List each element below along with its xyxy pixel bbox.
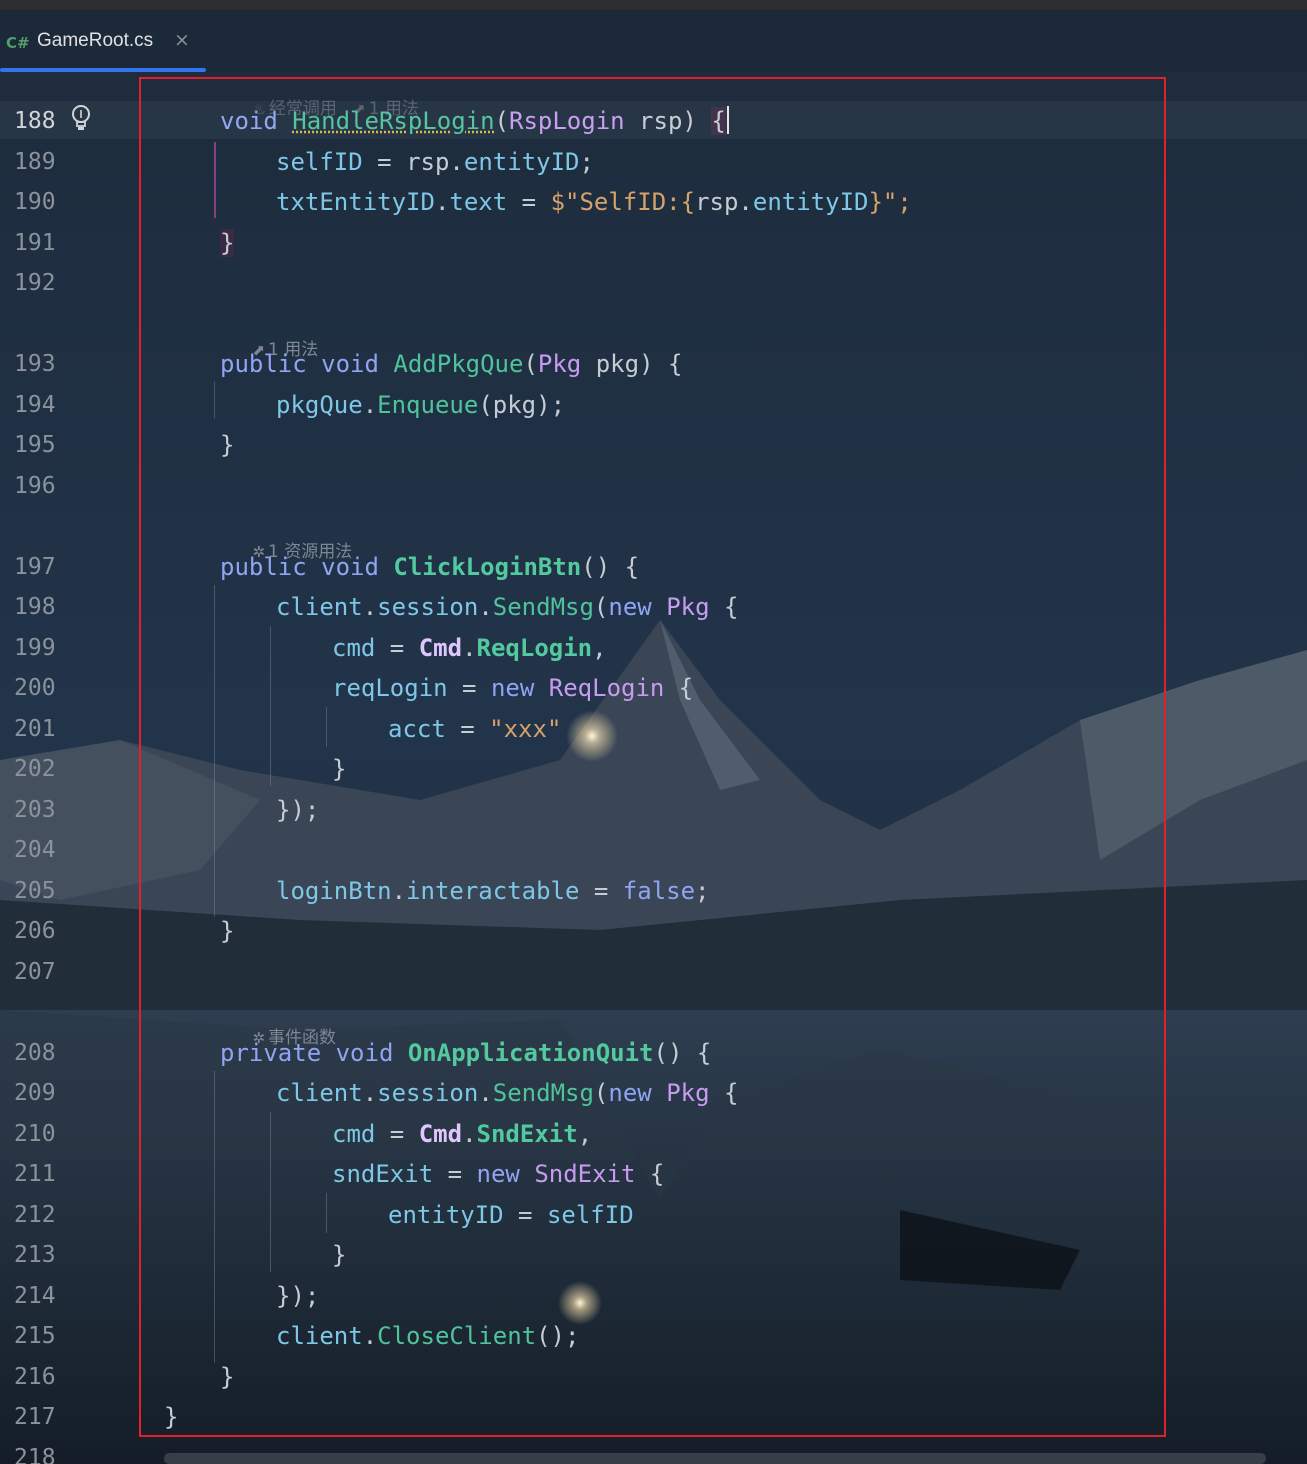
- line-number: 212: [14, 1202, 56, 1228]
- editor-tab-bar: C# GameRoot.cs ×: [0, 10, 1307, 72]
- line-number: 192: [14, 270, 56, 296]
- tab-gameroot-cs[interactable]: C# GameRoot.cs ×: [0, 10, 206, 72]
- code-text: client.CloseClient();: [276, 1322, 580, 1350]
- line-number: 206: [14, 918, 56, 944]
- code-line[interactable]: 207: [0, 952, 1307, 992]
- line-number: 211: [14, 1161, 56, 1187]
- window-top-strip: [0, 0, 1307, 10]
- line-number: 201: [14, 716, 56, 742]
- code-editor[interactable]: ♨ 经常调用 ⬈ 1 用法 188 void HandleRspLogin(RspL…: [0, 72, 1307, 1464]
- code-line[interactable]: 213 }: [0, 1235, 1307, 1275]
- code-line[interactable]: 208 private void OnApplicationQuit() {: [0, 1033, 1307, 1073]
- line-number: 196: [14, 473, 56, 499]
- line-number: 214: [14, 1283, 56, 1309]
- code-line[interactable]: 200 reqLogin = new ReqLogin {: [0, 668, 1307, 708]
- line-number: 210: [14, 1121, 56, 1147]
- code-text: private void OnApplicationQuit() {: [220, 1039, 712, 1067]
- code-text: public void AddPkgQue(Pkg pkg) {: [220, 350, 683, 378]
- line-number: 191: [14, 230, 56, 256]
- code-text: }: [164, 1403, 179, 1431]
- code-text: txtEntityID.text = $"SelfID:{rsp.entityI…: [276, 188, 912, 216]
- line-number: 193: [14, 351, 56, 377]
- line-number: 207: [14, 959, 56, 985]
- code-line[interactable]: 203 });: [0, 790, 1307, 830]
- code-text: client.session.SendMsg(new Pkg {: [276, 593, 739, 621]
- line-number: 209: [14, 1080, 56, 1106]
- code-text: }: [220, 917, 235, 945]
- code-line[interactable]: 209 client.session.SendMsg(new Pkg {: [0, 1073, 1307, 1113]
- code-line[interactable]: 194 pkgQue.Enqueue(pkg);: [0, 385, 1307, 425]
- line-number: 202: [14, 756, 56, 782]
- code-line[interactable]: 215 client.CloseClient();: [0, 1316, 1307, 1356]
- code-line[interactable]: 217 }: [0, 1397, 1307, 1437]
- code-line[interactable]: 192: [0, 263, 1307, 303]
- tab-label: GameRoot.cs: [37, 30, 154, 51]
- line-number: 197: [14, 554, 56, 580]
- line-number: 218: [14, 1445, 56, 1464]
- code-line[interactable]: 195 }: [0, 425, 1307, 465]
- code-line[interactable]: 206 }: [0, 911, 1307, 951]
- line-number: 204: [14, 837, 56, 863]
- code-text: }: [332, 755, 347, 783]
- line-number: 190: [14, 189, 56, 215]
- code-line[interactable]: 201 acct = "xxx": [0, 709, 1307, 749]
- line-number: 198: [14, 594, 56, 620]
- code-text: entityID = selfID: [388, 1201, 634, 1229]
- line-number: 216: [14, 1364, 56, 1390]
- csharp-icon: C#: [6, 34, 30, 52]
- code-line[interactable]: 214 });: [0, 1276, 1307, 1316]
- ide-window: C# GameRoot.cs × ♨ 经常调用 ⬈ 1 用法 188 void …: [0, 0, 1307, 1464]
- code-line[interactable]: 202 }: [0, 749, 1307, 789]
- code-text: }: [220, 1363, 235, 1391]
- code-text: public void ClickLoginBtn() {: [220, 553, 640, 581]
- line-number: 189: [14, 149, 56, 175]
- line-number: 205: [14, 878, 56, 904]
- code-line[interactable]: 216 }: [0, 1357, 1307, 1397]
- code-text: });: [276, 1282, 320, 1310]
- code-line[interactable]: 197 public void ClickLoginBtn() {: [0, 547, 1307, 587]
- line-number: 213: [14, 1242, 56, 1268]
- line-number: 217: [14, 1404, 56, 1430]
- code-text: reqLogin = new ReqLogin {: [332, 674, 694, 702]
- code-text: loginBtn.interactable = false;: [276, 877, 710, 905]
- code-text: }: [332, 1241, 347, 1269]
- line-number: 200: [14, 675, 56, 701]
- code-line[interactable]: 190 txtEntityID.text = $"SelfID:{rsp.ent…: [0, 182, 1307, 222]
- code-text: }: [220, 229, 235, 257]
- code-text: });: [276, 796, 320, 824]
- code-text: acct = "xxx": [388, 715, 562, 743]
- line-number: 199: [14, 635, 56, 661]
- code-text: selfID = rsp.entityID;: [276, 148, 594, 176]
- code-line[interactable]: 196: [0, 466, 1307, 506]
- line-number: 215: [14, 1323, 56, 1349]
- line-number: 208: [14, 1040, 56, 1066]
- horizontal-scrollbar[interactable]: [164, 1453, 1266, 1464]
- code-text: cmd = Cmd.ReqLogin,: [332, 634, 607, 662]
- line-number: 195: [14, 432, 56, 458]
- close-icon[interactable]: ×: [174, 29, 190, 51]
- code-line[interactable]: 210 cmd = Cmd.SndExit,: [0, 1114, 1307, 1154]
- line-number: 203: [14, 797, 56, 823]
- code-text: }: [220, 431, 235, 459]
- code-line[interactable]: 191 }: [0, 223, 1307, 263]
- code-line[interactable]: 198 client.session.SendMsg(new Pkg {: [0, 587, 1307, 627]
- code-line[interactable]: 212 entityID = selfID: [0, 1195, 1307, 1235]
- current-line-highlight: [0, 101, 1307, 139]
- code-line[interactable]: 204: [0, 830, 1307, 870]
- code-text: sndExit = new SndExit {: [332, 1160, 665, 1188]
- line-number: 194: [14, 392, 56, 418]
- code-line[interactable]: 211 sndExit = new SndExit {: [0, 1154, 1307, 1194]
- code-line[interactable]: 205 loginBtn.interactable = false;: [0, 871, 1307, 911]
- code-text: pkgQue.Enqueue(pkg);: [276, 391, 566, 419]
- code-line[interactable]: 193 public void AddPkgQue(Pkg pkg) {: [0, 344, 1307, 384]
- code-line[interactable]: 189 selfID = rsp.entityID;: [0, 142, 1307, 182]
- code-text: cmd = Cmd.SndExit,: [332, 1120, 593, 1148]
- code-line[interactable]: 199 cmd = Cmd.ReqLogin,: [0, 628, 1307, 668]
- code-text: client.session.SendMsg(new Pkg {: [276, 1079, 739, 1107]
